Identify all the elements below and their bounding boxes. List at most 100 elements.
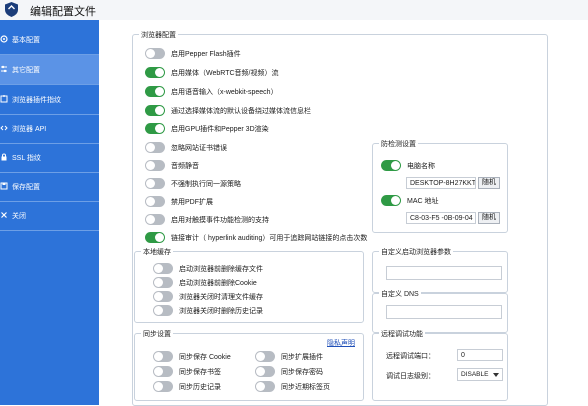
option-label: 同步保存密码 <box>281 369 323 376</box>
option-label: 同步保存书签 <box>179 369 221 376</box>
toggle-knob <box>154 352 163 361</box>
toggle-knob <box>256 382 265 391</box>
group-title: 自定义 DNS <box>379 289 421 299</box>
toggle-switch[interactable] <box>153 263 173 274</box>
mac-address-field[interactable]: C8-03-F5 -0B-09-04 <box>406 212 476 224</box>
debug-port-label: 远程调试端口： <box>386 353 435 360</box>
toggle-switch[interactable] <box>255 381 275 392</box>
log-level-label: 调试日志级别： <box>386 373 435 380</box>
random-mac-address-button[interactable]: 随机 <box>478 212 500 224</box>
toggle-knob <box>391 196 400 205</box>
toggle-switch[interactable] <box>145 123 165 134</box>
sidebar: 基本配置 其它配置 浏览器插件指纹 浏览器 API SSL 指纹 保存配置 关闭 <box>0 20 99 405</box>
toggle-switch[interactable] <box>145 48 165 59</box>
toggle-switch[interactable] <box>153 291 173 302</box>
dns-input[interactable] <box>386 305 502 319</box>
window-title: 编辑配置文件 <box>30 6 96 18</box>
sidebar-item-browser-api[interactable]: 浏览器 API <box>0 114 99 144</box>
lock-icon <box>1 153 7 161</box>
sidebar-item-save-config[interactable]: 保存配置 <box>0 172 99 202</box>
option-label: 启用对触摸事件功能检测的支持 <box>171 217 269 224</box>
toggle-switch[interactable] <box>255 351 275 362</box>
puzzle-icon <box>0 95 8 103</box>
option-label: MAC 地址 <box>407 198 439 205</box>
toggle-switch[interactable] <box>145 86 165 97</box>
group-title: 本地缓存 <box>141 247 173 257</box>
sidebar-item-label: SSL 指纹 <box>12 155 41 162</box>
toggle-knob <box>155 124 164 133</box>
group-title: 浏览器配置 <box>139 30 178 40</box>
option-label: 浏览器关闭时删除历史记录 <box>179 308 263 315</box>
toggle-switch[interactable] <box>153 277 173 288</box>
toggle-knob <box>146 179 155 188</box>
anti-detect-group: 防检测设置 电脑名称 DESKTOP-8H27KKT 随机 MAC 地址 C8-… <box>372 139 508 233</box>
option-label: 同步保存 Cookie <box>179 354 231 361</box>
toggle-switch[interactable] <box>145 214 165 225</box>
toggle-knob <box>154 382 163 391</box>
toggle-knob <box>155 106 164 115</box>
toggle-knob <box>256 352 265 361</box>
toggle-switch[interactable] <box>255 366 275 377</box>
option-label: 浏览器关闭时清理文件缓存 <box>179 294 263 301</box>
remote-debug-group: 远程调试功能 远程调试端口： 0 调试日志级别： DISABLE <box>372 329 508 401</box>
toggle-switch[interactable] <box>381 160 401 171</box>
toggle-switch[interactable] <box>145 105 165 116</box>
sidebar-item-label: 浏览器插件指纹 <box>12 97 61 104</box>
sidebar-item-plugin-fingerprint[interactable]: 浏览器插件指纹 <box>0 85 99 115</box>
sidebar-item-label: 关闭 <box>12 213 26 220</box>
random-computer-name-button[interactable]: 随机 <box>478 177 500 189</box>
option-label: 同步近期标签页 <box>281 384 330 391</box>
sliders-icon <box>1 65 7 73</box>
group-title: 自定义启动浏览器参数 <box>379 247 453 257</box>
toggle-knob <box>146 161 155 170</box>
toggle-knob <box>146 143 155 152</box>
sidebar-item-other-config[interactable]: 其它配置 <box>0 55 99 85</box>
group-title: 同步设置 <box>141 329 173 339</box>
toggle-switch[interactable] <box>381 195 401 206</box>
chevron-down-icon <box>493 373 499 377</box>
toggle-knob <box>155 87 164 96</box>
code-icon <box>0 125 8 131</box>
custom-startup-params-group: 自定义启动浏览器参数 <box>372 247 508 293</box>
sidebar-item-label: 浏览器 API <box>12 126 47 133</box>
toggle-knob <box>146 215 155 224</box>
toggle-switch[interactable] <box>145 232 165 243</box>
option-label: 不强制执行同一源策略 <box>171 181 241 188</box>
toggle-knob <box>256 367 265 376</box>
main-panel: 浏览器配置 启用Pepper Flash插件 启用媒体（WebRTC音频/视频）… <box>99 20 588 406</box>
option-label: 启用语音输入（x-webkit-speech） <box>171 89 278 96</box>
save-icon <box>0 182 8 190</box>
toggle-switch[interactable] <box>145 196 165 207</box>
option-label: 链接审计（ hyperlink auditing）可用于追踪网站链接的点击次数 <box>171 235 368 242</box>
log-level-select[interactable]: DISABLE <box>457 368 503 381</box>
privacy-statement-link[interactable]: 隐私声明 <box>327 338 355 348</box>
toggle-switch[interactable] <box>145 178 165 189</box>
option-label: 启动浏览器前删除Cookie <box>179 280 257 287</box>
debug-port-input[interactable]: 0 <box>457 349 503 361</box>
toggle-switch[interactable] <box>153 351 173 362</box>
toggle-switch[interactable] <box>145 160 165 171</box>
sidebar-item-close[interactable]: 关闭 <box>0 201 99 231</box>
option-label: 忽略网站证书错误 <box>171 145 227 152</box>
startup-params-input[interactable] <box>386 266 502 280</box>
computer-name-field[interactable]: DESKTOP-8H27KKT <box>406 177 476 189</box>
toggle-switch[interactable] <box>153 305 173 316</box>
group-title: 防检测设置 <box>379 139 418 149</box>
option-label: 启动浏览器前删除缓存文件 <box>179 266 263 273</box>
toggle-switch[interactable] <box>153 366 173 377</box>
option-label: 电脑名称 <box>407 163 435 170</box>
toggle-knob <box>154 306 163 315</box>
sidebar-item-ssl-fingerprint[interactable]: SSL 指纹 <box>0 143 99 173</box>
toggle-switch[interactable] <box>145 142 165 153</box>
custom-dns-group: 自定义 DNS <box>372 289 508 333</box>
toggle-switch[interactable] <box>145 67 165 78</box>
option-label: 通过选择媒体流的默认设备绕过媒体流信息栏 <box>171 108 311 115</box>
toggle-knob <box>154 367 163 376</box>
sync-group: 同步设置 隐私声明 同步保存 Cookie 同步保存书签 同步历史记录 同步扩展… <box>134 329 364 401</box>
sidebar-item-basic-config[interactable]: 基本配置 <box>0 25 99 55</box>
settings-icon <box>0 35 8 43</box>
toggle-switch[interactable] <box>153 381 173 392</box>
option-label: 启用Pepper Flash插件 <box>171 51 241 58</box>
sidebar-item-label: 其它配置 <box>12 67 40 74</box>
option-label: 同步扩展插件 <box>281 354 323 361</box>
